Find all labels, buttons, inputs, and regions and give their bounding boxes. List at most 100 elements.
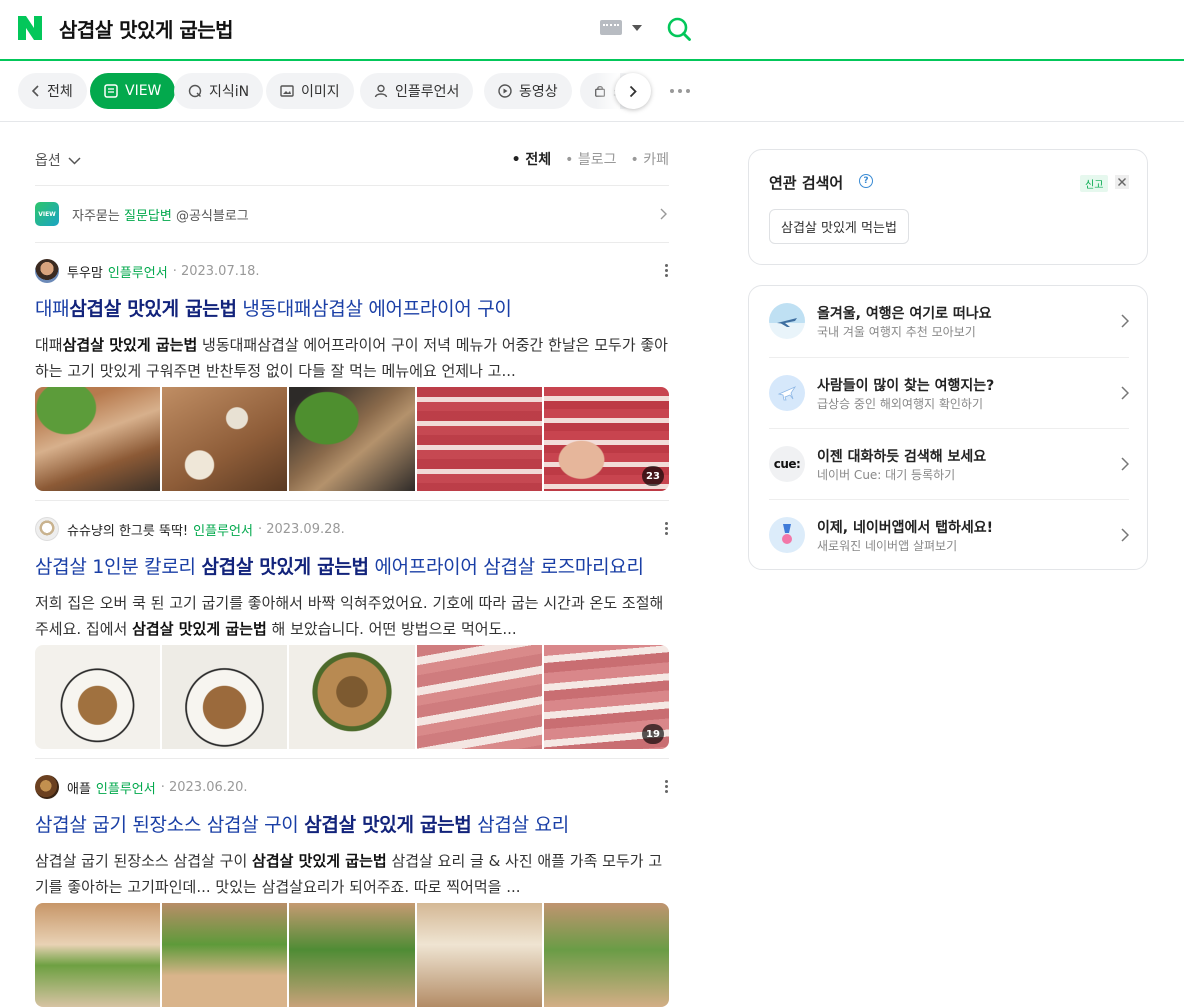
thumbnail-image: [162, 903, 288, 1007]
image-count-badge: 23: [642, 466, 665, 486]
tab-label: VIEW: [125, 83, 162, 99]
promo-item[interactable]: 올겨울, 여행은 여기로 떠나요 국내 겨울 여행지 추천 모아보기: [769, 286, 1129, 357]
avatar: [35, 517, 59, 541]
thumbnail-image: [35, 645, 161, 749]
title-pre: 삼겹살 굽기 된장소스 삼겹살 구이: [35, 814, 305, 836]
post-thumbnails[interactable]: 23: [35, 387, 669, 491]
image-icon: [280, 85, 294, 97]
promo-subtitle: 국내 겨울 여행지 추천 모아보기: [817, 325, 976, 339]
post-title-link[interactable]: 대패삼겹살 맛있게 굽는법 냉동대패삼겹살 에어프라이어 구이: [35, 294, 512, 321]
help-icon[interactable]: ?: [859, 174, 873, 188]
tab-video[interactable]: 동영상: [484, 73, 572, 109]
tab-all[interactable]: 전체: [18, 73, 87, 109]
airplane-landing-icon: [769, 303, 805, 339]
related-searches-panel: 연관 검색어 ? 신고 삼겹살 맛있게 먹는법: [748, 149, 1148, 265]
post-date: · 2023.06.20.: [160, 779, 248, 795]
keyboard-icon[interactable]: [600, 20, 622, 35]
title-post: 냉동대패삼겹살 에어프라이어 구이: [236, 298, 512, 320]
post-date: · 2023.09.28.: [257, 521, 345, 537]
chevron-right-icon: [1121, 457, 1129, 471]
post-description: 삼겹살 굽기 된장소스 삼겹살 구이 삼겹살 맛있게 굽는법 삼겹살 요리 글 …: [35, 848, 669, 900]
post-author[interactable]: 애플 인플루언서 · 2023.06.20.: [35, 775, 248, 799]
title-bold: 삼겹살 맛있게 굽는법: [201, 556, 369, 578]
chevron-down-icon: [68, 157, 81, 165]
filter-all[interactable]: • 전체: [512, 149, 552, 169]
divider: [35, 242, 669, 243]
more-tabs-icon[interactable]: [670, 89, 694, 95]
promo-subtitle: 새로워진 네이버앱 살펴보기: [817, 539, 958, 553]
more-options-icon[interactable]: [665, 264, 669, 278]
avatar: [35, 259, 59, 283]
chevron-right-icon: [629, 85, 637, 97]
tab-label: 인플루언서: [395, 84, 460, 100]
search-tabs-bar: 전체 VIEW 지식iN 이미지 인플루언서 동영상 쇼: [0, 62, 1184, 122]
promo-title: 올겨울, 여행은 여기로 떠나요: [817, 306, 992, 322]
thumbnail-image: [35, 387, 161, 491]
title-bold: 삼겹살 맛있게 굽는법: [69, 298, 237, 320]
thumbnail-image: [289, 645, 415, 749]
tab-influencer[interactable]: 인플루언서: [360, 73, 474, 109]
faq-row[interactable]: VIEW 자주묻는 질문답변 @공식블로그: [35, 202, 669, 226]
post-author[interactable]: 슈슈냥의 한그릇 뚝딱! 인플루언서 · 2023.09.28.: [35, 517, 345, 541]
options-toggle[interactable]: 옵션: [35, 150, 81, 170]
post-thumbnails[interactable]: [35, 903, 669, 1007]
post-description: 대패삼겹살 맛있게 굽는법 냉동대패삼겹살 에어프라이어 구이 저녁 메뉴가 어…: [35, 332, 669, 384]
tab-label: 지식iN: [209, 84, 250, 100]
cue-icon: cue:: [769, 446, 805, 482]
post-author[interactable]: 투우맘 인플루언서 · 2023.07.18.: [35, 259, 260, 283]
desc-pre: 삼겹살 굽기 된장소스 삼겹살 구이: [35, 852, 253, 870]
medal-icon: [769, 517, 805, 553]
thumbnail-image: 23: [543, 387, 669, 491]
close-icon[interactable]: [1115, 175, 1129, 189]
thumbnail-image: [416, 645, 542, 749]
more-options-icon[interactable]: [665, 780, 669, 794]
promo-panel: 올겨울, 여행은 여기로 떠나요 국내 겨울 여행지 추천 모아보기 사람들이 …: [748, 285, 1148, 570]
related-search-chip[interactable]: 삼겹살 맛있게 먹는법: [769, 209, 909, 244]
thumbnail-image: [162, 645, 288, 749]
keyboard-dropdown-icon[interactable]: [632, 25, 642, 31]
options-label: 옵션: [35, 153, 61, 169]
post-date: · 2023.07.18.: [172, 263, 260, 279]
promo-title: 이제, 네이버앱에서 탭하세요!: [817, 520, 994, 536]
search-icon[interactable]: [666, 16, 692, 42]
promo-title: 이젠 대화하듯 검색해 보세요: [817, 449, 987, 465]
chevron-right-icon: [660, 208, 667, 220]
desc-bold: 삼겹살 맛있게 굽는법: [132, 620, 267, 638]
promo-title: 사람들이 많이 찾는 여행지는?: [817, 378, 995, 394]
title-pre: 대패: [35, 298, 70, 320]
tabs-next-button[interactable]: [615, 73, 651, 109]
faq-suffix: @공식블로그: [171, 209, 249, 224]
divider: [35, 758, 669, 759]
promo-subtitle: 급상승 중인 해외여행지 확인하기: [817, 397, 984, 411]
post-title-link[interactable]: 삼겹살 1인분 칼로리 삼겹살 맛있게 굽는법 에어프라이어 삼겹살 로즈마리요…: [35, 552, 644, 579]
title-bold: 삼겹살 맛있게 굽는법: [304, 814, 472, 836]
tab-kin[interactable]: 지식iN: [174, 73, 264, 109]
tab-view[interactable]: VIEW: [90, 73, 176, 109]
promo-item[interactable]: cue: 이젠 대화하듯 검색해 보세요 네이버 Cue: 대기 등록하기: [769, 428, 1129, 499]
post-title-link[interactable]: 삼겹살 굽기 된장소스 삼겹살 구이 삼겹살 맛있게 굽는법 삼겹살 요리: [35, 810, 569, 837]
more-options-icon[interactable]: [665, 522, 669, 536]
person-icon: [374, 84, 388, 98]
thumbnail-image: [289, 387, 415, 491]
desc-bold: 삼겹살 맛있게 굽는법: [252, 852, 387, 870]
title-pre: 삼겹살 1인분 칼로리: [35, 556, 202, 578]
promo-item[interactable]: 사람들이 많이 찾는 여행지는? 급상승 중인 해외여행지 확인하기: [769, 357, 1129, 428]
view-badge-icon: VIEW: [35, 202, 59, 226]
promo-item[interactable]: 이제, 네이버앱에서 탭하세요! 새로워진 네이버앱 살펴보기: [769, 499, 1129, 570]
title-post: 에어프라이어 삼겹살 로즈마리요리: [368, 556, 644, 578]
thumbnail-image: [35, 903, 161, 1007]
author-name: 투우맘: [67, 265, 103, 281]
naver-logo-icon[interactable]: [18, 16, 42, 40]
tab-label: 이미지: [301, 84, 340, 100]
post-thumbnails[interactable]: 19: [35, 645, 669, 749]
faq-text: 자주묻는 질문답변 @공식블로그: [72, 205, 249, 224]
search-query-input[interactable]: 삼겹살 맛있게 굽는법: [59, 14, 234, 43]
influencer-label: 인플루언서: [193, 523, 253, 539]
author-name: 애플: [67, 781, 91, 797]
filter-cafe[interactable]: • 카페: [631, 149, 669, 169]
influencer-label: 인플루언서: [95, 781, 156, 797]
tab-label: 전체: [47, 84, 73, 100]
filter-blog[interactable]: • 블로그: [565, 149, 616, 169]
report-button[interactable]: 신고: [1080, 175, 1109, 192]
tab-image[interactable]: 이미지: [266, 73, 354, 109]
